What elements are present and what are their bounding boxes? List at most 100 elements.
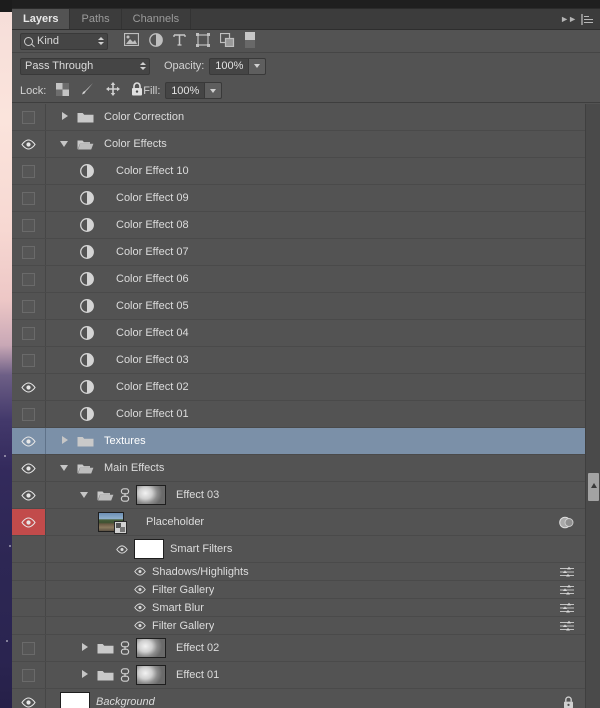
layer-visibility-toggle[interactable] <box>12 131 46 157</box>
layer-row[interactable]: Background <box>12 689 585 708</box>
adjustment-layer-thumbnail[interactable] <box>80 407 94 421</box>
lock-transparent-pixels-icon[interactable] <box>56 82 70 99</box>
lock-icon[interactable] <box>563 695 574 708</box>
panel-menu-icon[interactable] <box>581 13 593 25</box>
opacity-input[interactable]: 100% <box>209 57 250 75</box>
lock-position-icon[interactable] <box>106 82 121 99</box>
layer-row[interactable]: Textures <box>12 428 585 455</box>
layer-visibility-toggle[interactable] <box>12 401 46 427</box>
layer-row[interactable]: Smart Blur <box>12 599 585 617</box>
adjustment-layer-thumbnail[interactable] <box>80 218 94 232</box>
adjustment-layer-filter-icon[interactable] <box>149 32 163 50</box>
vertical-scrollbar[interactable] <box>585 104 600 708</box>
expand-group-triangle-icon[interactable] <box>60 435 71 447</box>
layer-row[interactable]: Smart Filters <box>12 536 585 563</box>
layer-mask-thumbnail[interactable] <box>136 665 166 685</box>
layer-row[interactable]: Filter Gallery <box>12 617 585 635</box>
shape-layer-filter-icon[interactable] <box>196 32 210 50</box>
filter-kind-spinner[interactable] <box>98 37 104 45</box>
blend-mode-spinner[interactable] <box>140 62 146 70</box>
adjustment-layer-thumbnail[interactable] <box>80 164 94 178</box>
layer-row[interactable]: Color Effect 03 <box>12 347 585 374</box>
layer-link-icon[interactable] <box>120 488 130 502</box>
filter-toggle-switch-icon[interactable] <box>245 31 255 51</box>
layer-row[interactable]: Filter Gallery <box>12 581 585 599</box>
adjustment-layer-thumbnail[interactable] <box>80 191 94 205</box>
expand-group-triangle-icon[interactable] <box>80 669 91 681</box>
opacity-dropdown-arrow[interactable] <box>249 57 267 75</box>
tab-channels[interactable]: Channels <box>121 9 192 29</box>
expand-group-triangle-icon[interactable] <box>60 111 71 123</box>
filter-settings-icon[interactable] <box>560 584 574 596</box>
layer-mask-thumbnail[interactable] <box>136 638 166 658</box>
lock-image-pixels-icon[interactable] <box>80 82 95 99</box>
layer-list[interactable]: Color Correction Color Effects Color Effec… <box>12 104 585 708</box>
layer-row[interactable]: Color Effect 09 <box>12 185 585 212</box>
layer-row[interactable]: Effect 03 <box>12 482 585 509</box>
layer-visibility-toggle[interactable] <box>12 347 46 373</box>
tab-paths[interactable]: Paths <box>70 9 122 29</box>
layer-row[interactable]: Effect 02 <box>12 635 585 662</box>
filter-settings-icon[interactable] <box>560 602 574 614</box>
filter-visibility-toggle[interactable] <box>134 621 146 630</box>
smart-object-filter-icon[interactable] <box>219 32 235 50</box>
layer-link-icon[interactable] <box>120 668 130 682</box>
filter-kind-select[interactable]: Kind <box>20 32 108 50</box>
layer-row[interactable]: Color Correction <box>12 104 585 131</box>
adjustment-badge-icon[interactable] <box>559 516 574 529</box>
layer-visibility-toggle[interactable] <box>12 509 46 535</box>
layer-row[interactable]: Main Effects <box>12 455 585 482</box>
filter-visibility-toggle[interactable] <box>134 603 146 612</box>
layer-row[interactable]: Color Effect 06 <box>12 266 585 293</box>
layer-visibility-toggle[interactable] <box>12 635 46 661</box>
layer-thumbnail-white[interactable] <box>134 539 164 559</box>
filter-visibility-toggle[interactable] <box>116 544 128 554</box>
layer-row[interactable]: Color Effect 10 <box>12 158 585 185</box>
collapse-group-triangle-icon[interactable] <box>60 139 71 150</box>
pixel-layer-filter-icon[interactable] <box>123 32 140 49</box>
filter-visibility-toggle[interactable] <box>134 567 146 576</box>
layer-visibility-toggle[interactable] <box>12 374 46 400</box>
scrollbar-thumb[interactable] <box>588 473 599 501</box>
layer-visibility-toggle[interactable] <box>12 455 46 481</box>
adjustment-layer-thumbnail[interactable] <box>80 380 94 394</box>
layer-visibility-toggle[interactable] <box>12 689 46 708</box>
layer-visibility-toggle[interactable] <box>12 212 46 238</box>
layer-row[interactable]: Color Effect 07 <box>12 239 585 266</box>
layer-visibility-toggle[interactable] <box>12 266 46 292</box>
tab-layers[interactable]: Layers <box>12 9 71 29</box>
layer-visibility-toggle[interactable] <box>12 293 46 319</box>
adjustment-layer-thumbnail[interactable] <box>80 353 94 367</box>
layer-row[interactable]: Effect 01 <box>12 662 585 689</box>
expand-group-triangle-icon[interactable] <box>80 642 91 654</box>
lock-all-icon[interactable] <box>131 82 143 99</box>
filter-settings-icon[interactable] <box>560 620 574 632</box>
double-chevron-right-icon[interactable]: ►► <box>560 14 577 24</box>
layer-row[interactable]: Color Effect 04 <box>12 320 585 347</box>
layer-row[interactable]: Color Effects <box>12 131 585 158</box>
adjustment-layer-thumbnail[interactable] <box>80 272 94 286</box>
fill-dropdown-arrow[interactable] <box>205 82 222 99</box>
layer-visibility-toggle[interactable] <box>12 158 46 184</box>
layer-row[interactable]: Color Effect 08 <box>12 212 585 239</box>
layer-visibility-toggle[interactable] <box>12 482 46 508</box>
layer-visibility-toggle[interactable] <box>12 104 46 130</box>
layer-visibility-toggle[interactable] <box>12 239 46 265</box>
layer-thumbnail-photo[interactable] <box>98 512 127 534</box>
layer-visibility-toggle[interactable] <box>12 185 46 211</box>
fill-input[interactable]: 100% <box>165 82 206 99</box>
layer-row[interactable]: Color Effect 05 <box>12 293 585 320</box>
layer-row[interactable]: Color Effect 02 <box>12 374 585 401</box>
collapse-group-triangle-icon[interactable] <box>80 490 91 501</box>
adjustment-layer-thumbnail[interactable] <box>80 245 94 259</box>
type-layer-filter-icon[interactable] <box>173 33 186 49</box>
blend-mode-select[interactable]: Pass Through <box>20 57 150 75</box>
layer-mask-thumbnail[interactable] <box>136 485 166 505</box>
layer-link-icon[interactable] <box>120 641 130 655</box>
filter-settings-icon[interactable] <box>560 566 574 578</box>
layer-visibility-toggle[interactable] <box>12 428 46 454</box>
adjustment-layer-thumbnail[interactable] <box>80 326 94 340</box>
layer-row[interactable]: Shadows/Highlights <box>12 563 585 581</box>
filter-visibility-toggle[interactable] <box>134 585 146 594</box>
layer-thumbnail-white[interactable] <box>60 692 90 708</box>
